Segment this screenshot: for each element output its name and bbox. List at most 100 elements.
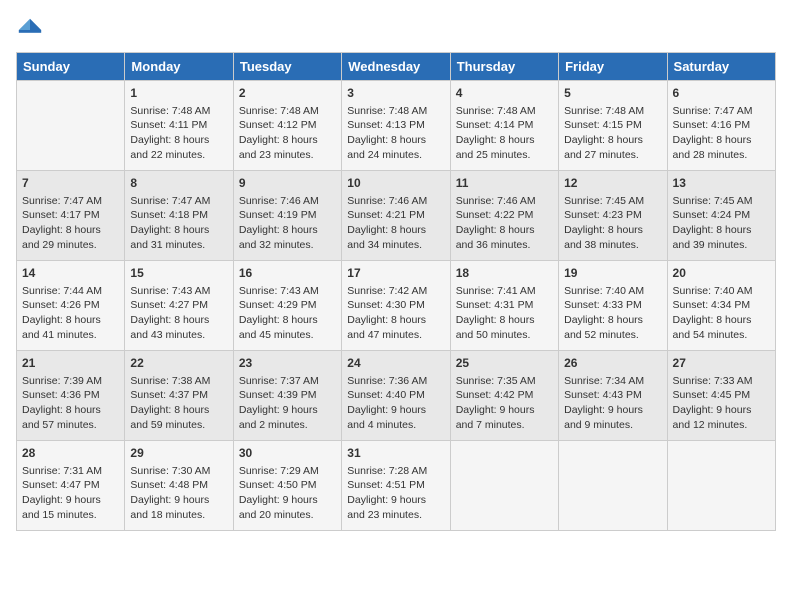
header-sunday: Sunday [17,53,125,81]
day-number: 8 [130,175,227,192]
day-cell: 29 Sunrise: 7:30 AM Sunset: 4:48 PM Dayli… [125,441,233,531]
day-cell: 17Sunrise: 7:42 AM Sunset: 4:30 PM Dayli… [342,261,450,351]
day-cell: 31 Sunrise: 7:28 AM Sunset: 4:51 PM Dayli… [342,441,450,531]
day-info: Sunrise: 7:47 AM Sunset: 4:17 PM Dayligh… [22,194,119,253]
day-info: Sunrise: 7:48 AM Sunset: 4:13 PM Dayligh… [347,104,444,163]
day-number: 31 [347,445,444,462]
day-cell [559,441,667,531]
day-number: 7 [22,175,119,192]
day-cell: 10 Sunrise: 7:46 AM Sunset: 4:21 PM Dayli… [342,171,450,261]
day-info: Sunrise: 7:43 AM Sunset: 4:27 PM Dayligh… [130,284,227,343]
day-cell: 6Sunrise: 7:47 AM Sunset: 4:16 PM Daylig… [667,81,775,171]
day-number: 1 [130,85,227,102]
day-number: 26 [564,355,661,372]
day-cell: 13 Sunrise: 7:45 AM Sunset: 4:24 PM Dayli… [667,171,775,261]
week-row-2: 14Sunrise: 7:44 AM Sunset: 4:26 PM Dayli… [17,261,776,351]
day-info: Sunrise: 7:46 AM Sunset: 4:19 PM Dayligh… [239,194,336,253]
day-info: Sunrise: 7:48 AM Sunset: 4:12 PM Dayligh… [239,104,336,163]
day-info: Sunrise: 7:45 AM Sunset: 4:23 PM Dayligh… [564,194,661,253]
day-info: Sunrise: 7:40 AM Sunset: 4:34 PM Dayligh… [673,284,770,343]
day-cell: 30Sunrise: 7:29 AM Sunset: 4:50 PM Dayli… [233,441,341,531]
day-info: Sunrise: 7:37 AM Sunset: 4:39 PM Dayligh… [239,374,336,433]
day-info: Sunrise: 7:48 AM Sunset: 4:14 PM Dayligh… [456,104,553,163]
day-cell: 20 Sunrise: 7:40 AM Sunset: 4:34 PM Dayli… [667,261,775,351]
day-cell: 5Sunrise: 7:48 AM Sunset: 4:15 PM Daylig… [559,81,667,171]
header-monday: Monday [125,53,233,81]
day-cell: 21 Sunrise: 7:39 AM Sunset: 4:36 PM Dayli… [17,351,125,441]
day-info: Sunrise: 7:41 AM Sunset: 4:31 PM Dayligh… [456,284,553,343]
day-info: Sunrise: 7:44 AM Sunset: 4:26 PM Dayligh… [22,284,119,343]
header-saturday: Saturday [667,53,775,81]
day-number: 25 [456,355,553,372]
day-info: Sunrise: 7:42 AM Sunset: 4:30 PM Dayligh… [347,284,444,343]
day-info: Sunrise: 7:47 AM Sunset: 4:18 PM Dayligh… [130,194,227,253]
day-info: Sunrise: 7:45 AM Sunset: 4:24 PM Dayligh… [673,194,770,253]
day-info: Sunrise: 7:40 AM Sunset: 4:33 PM Dayligh… [564,284,661,343]
day-info: Sunrise: 7:30 AM Sunset: 4:48 PM Dayligh… [130,464,227,523]
page-header [16,16,776,44]
day-number: 18 [456,265,553,282]
day-number: 20 [673,265,770,282]
day-info: Sunrise: 7:39 AM Sunset: 4:36 PM Dayligh… [22,374,119,433]
day-cell [450,441,558,531]
day-cell: 22 Sunrise: 7:38 AM Sunset: 4:37 PM Dayli… [125,351,233,441]
day-info: Sunrise: 7:43 AM Sunset: 4:29 PM Dayligh… [239,284,336,343]
day-number: 30 [239,445,336,462]
day-cell: 7 Sunrise: 7:47 AM Sunset: 4:17 PM Daylig… [17,171,125,261]
day-number: 6 [673,85,770,102]
header-row: SundayMondayTuesdayWednesdayThursdayFrid… [17,53,776,81]
day-info: Sunrise: 7:28 AM Sunset: 4:51 PM Dayligh… [347,464,444,523]
day-number: 22 [130,355,227,372]
day-number: 27 [673,355,770,372]
day-cell: 8 Sunrise: 7:47 AM Sunset: 4:18 PM Daylig… [125,171,233,261]
day-number: 13 [673,175,770,192]
day-info: Sunrise: 7:46 AM Sunset: 4:21 PM Dayligh… [347,194,444,253]
day-number: 9 [239,175,336,192]
day-number: 21 [22,355,119,372]
day-cell: 1 Sunrise: 7:48 AM Sunset: 4:11 PM Daylig… [125,81,233,171]
day-cell: 16 Sunrise: 7:43 AM Sunset: 4:29 PM Dayli… [233,261,341,351]
logo [16,16,48,44]
day-cell: 9 Sunrise: 7:46 AM Sunset: 4:19 PM Daylig… [233,171,341,261]
day-number: 29 [130,445,227,462]
calendar-table: SundayMondayTuesdayWednesdayThursdayFrid… [16,52,776,531]
day-cell: 18 Sunrise: 7:41 AM Sunset: 4:31 PM Dayli… [450,261,558,351]
day-number: 16 [239,265,336,282]
day-number: 3 [347,85,444,102]
week-row-1: 7 Sunrise: 7:47 AM Sunset: 4:17 PM Daylig… [17,171,776,261]
day-info: Sunrise: 7:46 AM Sunset: 4:22 PM Dayligh… [456,194,553,253]
day-cell: 26 Sunrise: 7:34 AM Sunset: 4:43 PM Dayli… [559,351,667,441]
day-number: 11 [456,175,553,192]
day-info: Sunrise: 7:35 AM Sunset: 4:42 PM Dayligh… [456,374,553,433]
header-friday: Friday [559,53,667,81]
day-number: 28 [22,445,119,462]
week-row-4: 28 Sunrise: 7:31 AM Sunset: 4:47 PM Dayli… [17,441,776,531]
day-cell: 24 Sunrise: 7:36 AM Sunset: 4:40 PM Dayli… [342,351,450,441]
day-cell: 25 Sunrise: 7:35 AM Sunset: 4:42 PM Dayli… [450,351,558,441]
logo-icon [16,16,44,44]
day-info: Sunrise: 7:33 AM Sunset: 4:45 PM Dayligh… [673,374,770,433]
day-number: 15 [130,265,227,282]
day-cell: 12 Sunrise: 7:45 AM Sunset: 4:23 PM Dayli… [559,171,667,261]
day-number: 12 [564,175,661,192]
day-number: 23 [239,355,336,372]
day-cell: 23 Sunrise: 7:37 AM Sunset: 4:39 PM Dayli… [233,351,341,441]
header-thursday: Thursday [450,53,558,81]
header-tuesday: Tuesday [233,53,341,81]
day-info: Sunrise: 7:48 AM Sunset: 4:11 PM Dayligh… [130,104,227,163]
day-number: 24 [347,355,444,372]
week-row-0: 1 Sunrise: 7:48 AM Sunset: 4:11 PM Daylig… [17,81,776,171]
day-number: 5 [564,85,661,102]
day-number: 2 [239,85,336,102]
day-number: 19 [564,265,661,282]
day-cell [667,441,775,531]
day-info: Sunrise: 7:34 AM Sunset: 4:43 PM Dayligh… [564,374,661,433]
day-cell: 14Sunrise: 7:44 AM Sunset: 4:26 PM Dayli… [17,261,125,351]
day-cell: 2 Sunrise: 7:48 AM Sunset: 4:12 PM Daylig… [233,81,341,171]
day-info: Sunrise: 7:36 AM Sunset: 4:40 PM Dayligh… [347,374,444,433]
day-cell: 28 Sunrise: 7:31 AM Sunset: 4:47 PM Dayli… [17,441,125,531]
day-number: 10 [347,175,444,192]
day-cell: 27 Sunrise: 7:33 AM Sunset: 4:45 PM Dayli… [667,351,775,441]
day-info: Sunrise: 7:31 AM Sunset: 4:47 PM Dayligh… [22,464,119,523]
day-info: Sunrise: 7:38 AM Sunset: 4:37 PM Dayligh… [130,374,227,433]
